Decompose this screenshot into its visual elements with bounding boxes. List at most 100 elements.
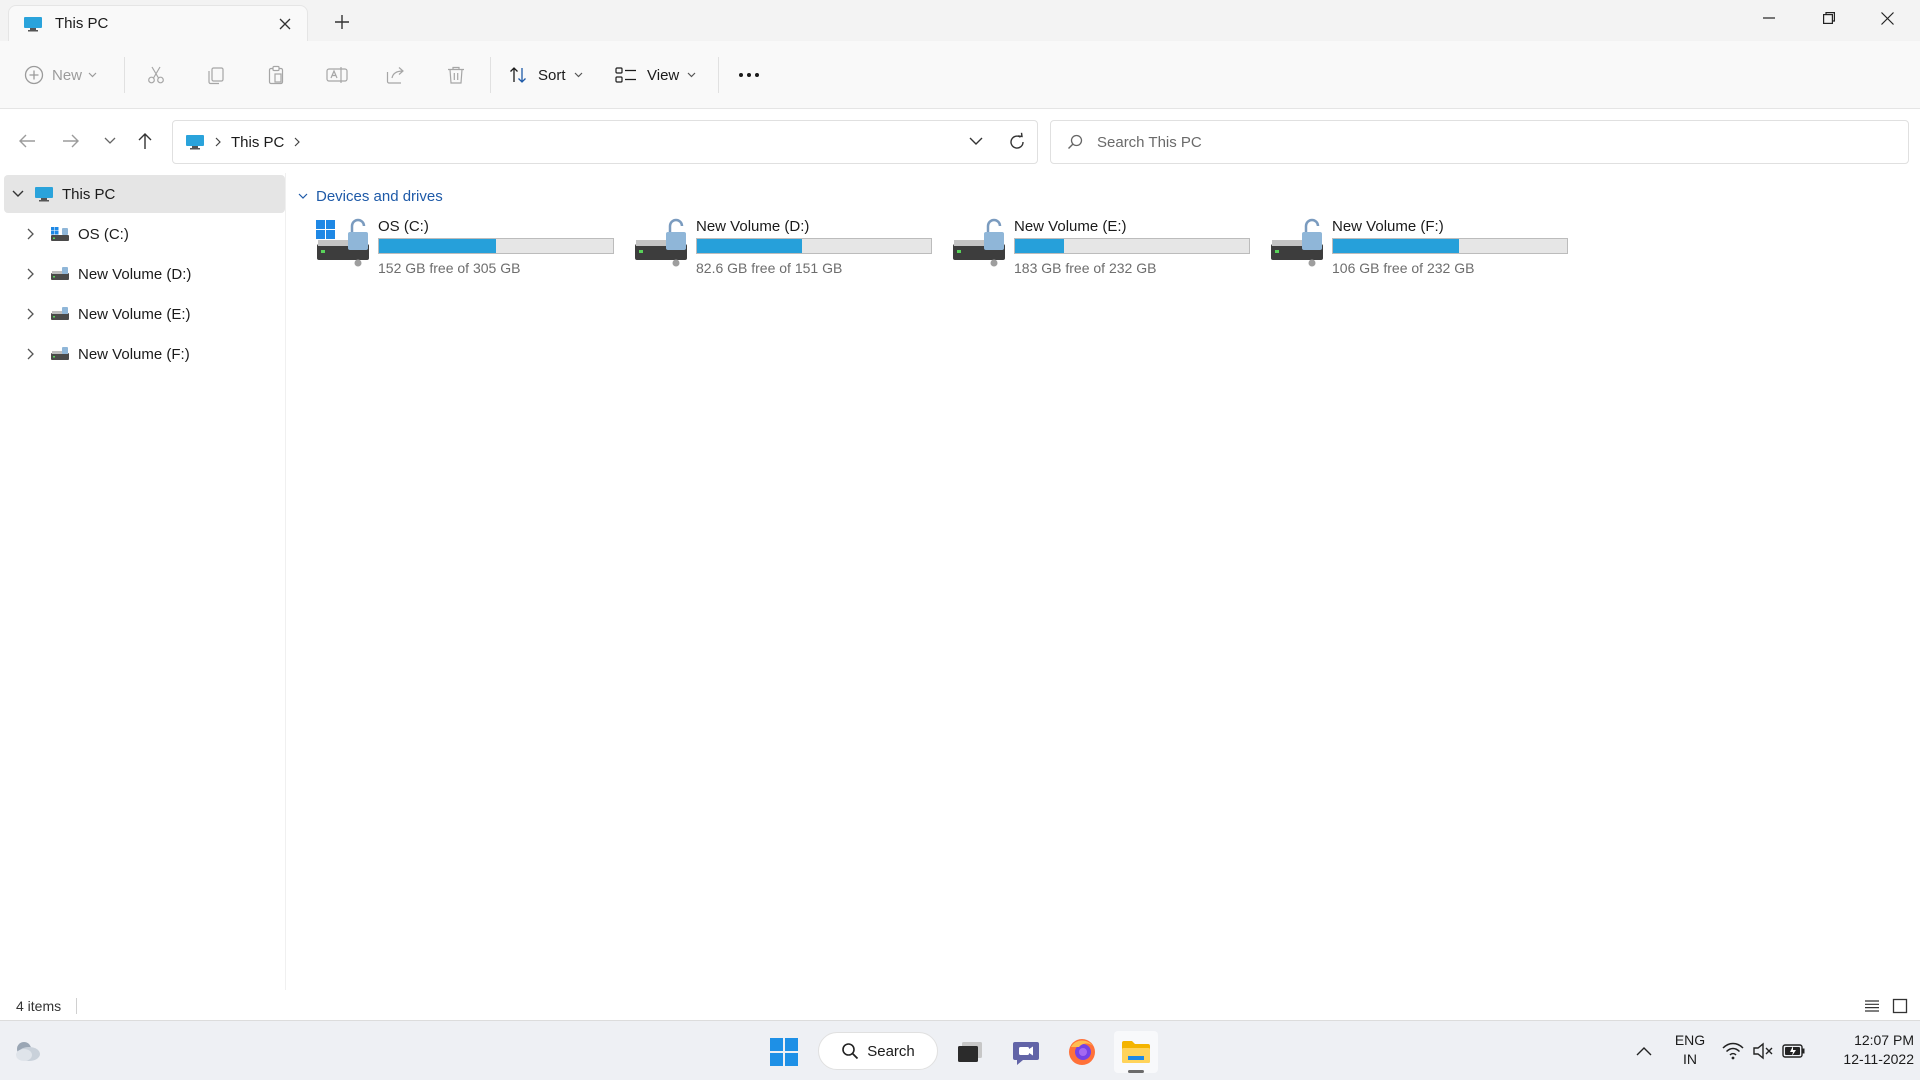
file-explorer-button[interactable] — [1114, 1031, 1158, 1073]
command-bar: New Sort View — [0, 41, 1920, 109]
breadcrumb-this-pc[interactable]: This PC — [231, 134, 284, 151]
drive-free-space: 183 GB free of 232 GB — [1014, 260, 1157, 276]
sort-button[interactable]: Sort — [508, 58, 583, 92]
back-arrow-icon[interactable] — [12, 126, 42, 156]
breadcrumb-chevron-icon[interactable] — [215, 134, 221, 150]
share-icon — [386, 67, 404, 84]
delete-button[interactable] — [446, 58, 466, 92]
drive-icon — [51, 307, 69, 320]
paste-icon — [268, 65, 284, 85]
close-window-icon[interactable] — [1858, 0, 1916, 36]
chevron-down-icon — [298, 193, 308, 199]
refresh-icon[interactable] — [1007, 132, 1027, 157]
forward-arrow-icon[interactable] — [56, 126, 86, 156]
view-button[interactable]: View — [615, 58, 696, 92]
drive-usage-fill — [697, 239, 803, 253]
more-options-button[interactable] — [738, 58, 760, 92]
nav-item-this-pc[interactable]: This PC — [4, 175, 285, 213]
chevron-right-icon[interactable] — [20, 308, 40, 320]
new-label: New — [52, 66, 83, 84]
nav-item-volume-e[interactable]: New Volume (E:) — [4, 295, 285, 333]
task-view-button[interactable] — [948, 1031, 992, 1073]
cut-icon — [148, 66, 164, 84]
nav-item-label: This PC — [62, 185, 116, 203]
minimize-icon[interactable] — [1740, 0, 1798, 36]
this-pc-icon — [186, 135, 204, 150]
drive-usage-fill — [379, 239, 496, 253]
start-button[interactable] — [762, 1031, 806, 1073]
copy-icon — [208, 67, 224, 85]
taskbar: Search ENG IN 12:07 PM 12-11-2022 — [0, 1020, 1920, 1080]
volume-muted-icon[interactable] — [1752, 1021, 1774, 1080]
separator — [490, 57, 491, 93]
group-title: Devices and drives — [316, 187, 443, 205]
firefox-icon — [1069, 1039, 1095, 1065]
status-bar: 4 items — [0, 990, 1920, 1020]
tab-title: This PC — [55, 15, 109, 32]
chevron-down-icon[interactable] — [8, 190, 28, 198]
new-button[interactable]: New — [24, 58, 97, 92]
share-button[interactable] — [386, 58, 406, 92]
search-input[interactable] — [1097, 133, 1877, 151]
tab-this-pc[interactable]: This PC — [8, 5, 308, 41]
show-hidden-icons-chevron-icon[interactable] — [1636, 1021, 1652, 1080]
rename-button[interactable] — [326, 58, 348, 92]
drive-usage-fill — [1333, 239, 1460, 253]
drive-lock-icon — [635, 218, 687, 267]
separator — [76, 998, 77, 1014]
language-indicator[interactable]: ENG IN — [1672, 1031, 1708, 1071]
group-header-devices-and-drives[interactable]: Devices and drives — [298, 184, 443, 208]
view-icon — [615, 67, 636, 83]
drive-usage-bar — [1332, 238, 1568, 254]
restore-icon[interactable] — [1800, 0, 1858, 36]
this-pc-icon — [24, 16, 42, 31]
recent-locations-chevron-icon[interactable] — [95, 126, 125, 156]
battery-charging-icon[interactable] — [1782, 1021, 1806, 1080]
details-view-icon[interactable] — [1862, 996, 1882, 1016]
nav-item-label: New Volume (E:) — [78, 305, 191, 323]
taskbar-search-button[interactable]: Search — [818, 1032, 938, 1070]
search-icon — [842, 1043, 859, 1060]
nav-item-label: New Volume (D:) — [78, 265, 192, 283]
drive-lock-icon — [1271, 218, 1323, 267]
copy-button[interactable] — [206, 58, 226, 92]
sort-label: Sort — [538, 66, 566, 84]
view-label: View — [647, 66, 680, 84]
chevron-right-icon[interactable] — [20, 348, 40, 360]
title-bar: This PC — [0, 0, 1920, 41]
clock-date: 12-11-2022 — [1843, 1051, 1914, 1067]
search-box[interactable] — [1050, 120, 1909, 164]
nav-item-volume-d[interactable]: New Volume (D:) — [4, 255, 285, 293]
drive-tile-os-c[interactable]: OS (C:) 152 GB free of 305 GB — [316, 214, 616, 280]
navigation-row: This PC — [0, 110, 1920, 173]
chevron-down-icon — [88, 72, 97, 78]
up-arrow-icon[interactable] — [130, 126, 160, 156]
drive-usage-bar — [1014, 238, 1250, 254]
new-tab-plus-icon[interactable] — [330, 10, 354, 34]
item-count: 4 items — [16, 998, 62, 1014]
clock[interactable]: 12:07 PM 12-11-2022 — [1818, 1031, 1914, 1071]
search-icon — [1068, 134, 1083, 149]
drive-tile-volume-e[interactable]: New Volume (E:) 183 GB free of 232 GB — [952, 214, 1252, 280]
close-tab-icon[interactable] — [275, 14, 295, 34]
chevron-right-icon[interactable] — [20, 268, 40, 280]
chevron-right-icon[interactable] — [20, 228, 40, 240]
drive-tile-volume-f[interactable]: New Volume (F:) 106 GB free of 232 GB — [1270, 214, 1570, 280]
more-icon — [739, 73, 759, 77]
address-bar[interactable]: This PC — [172, 120, 1038, 164]
drive-tile-volume-d[interactable]: New Volume (D:) 82.6 GB free of 151 GB — [634, 214, 934, 280]
tiles-view-icon[interactable] — [1890, 996, 1910, 1016]
address-history-chevron-icon[interactable] — [969, 133, 983, 151]
paste-button[interactable] — [266, 58, 286, 92]
windows-logo-icon — [770, 1038, 798, 1066]
taskbar-search-label: Search — [867, 1042, 915, 1060]
language-code: ENG — [1674, 1032, 1706, 1048]
teams-chat-button[interactable] — [1004, 1031, 1048, 1073]
wifi-icon[interactable] — [1722, 1021, 1744, 1080]
firefox-button[interactable] — [1060, 1031, 1104, 1073]
nav-item-os-c[interactable]: OS (C:) — [4, 215, 285, 253]
nav-item-volume-f[interactable]: New Volume (F:) — [4, 335, 285, 373]
weather-icon[interactable] — [12, 1037, 42, 1070]
breadcrumb-chevron-icon[interactable] — [294, 134, 301, 150]
cut-button[interactable] — [146, 58, 166, 92]
